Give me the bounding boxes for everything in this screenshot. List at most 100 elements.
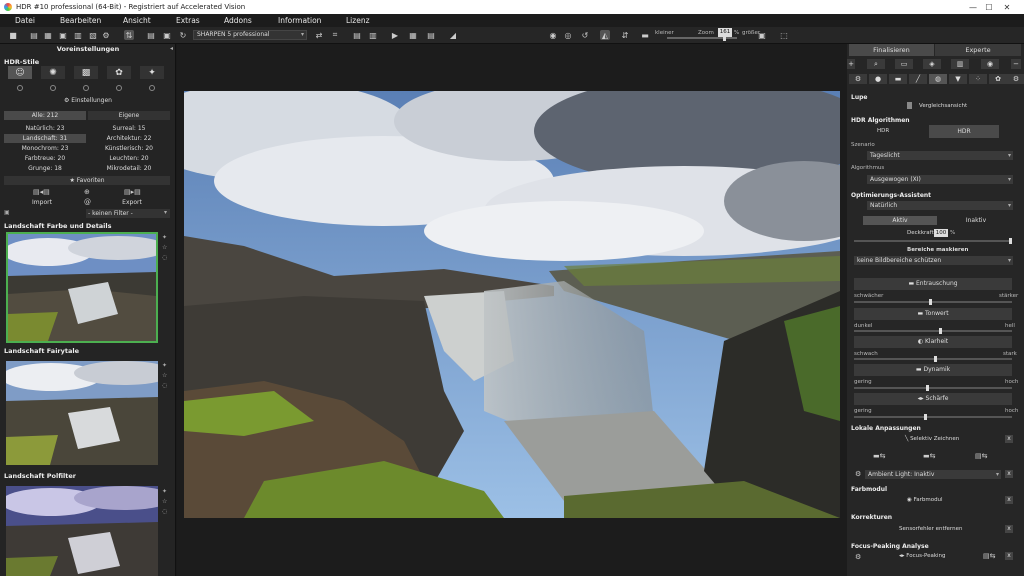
info-icon-2[interactable]: ◌ — [162, 382, 167, 389]
adjust-icon[interactable]: ⇅ — [124, 30, 134, 40]
opacity-input[interactable]: 100 — [934, 229, 948, 237]
gear-icon[interactable]: ⚙ — [849, 74, 867, 84]
style-camera-icon[interactable]: ▩ — [74, 66, 98, 79]
save-icon[interactable]: ▣ — [58, 30, 68, 40]
eye-off-icon[interactable]: ◎ — [563, 30, 573, 40]
sharpness-button[interactable]: ◂▸ Schärfe — [854, 393, 1012, 405]
brush-mask-icon[interactable]: ▤⇆ — [975, 452, 987, 460]
triangle-icon[interactable]: ▼ — [949, 74, 967, 84]
random-icon[interactable]: ⇄ — [314, 30, 324, 40]
search-icon[interactable]: ⌕ — [867, 59, 885, 69]
dynamic-slider[interactable] — [854, 385, 1012, 391]
style-people-icon[interactable]: ☺ — [8, 66, 32, 79]
refresh-icon[interactable]: ↻ — [178, 30, 188, 40]
import-icon[interactable]: ▤◂▤ — [33, 188, 50, 196]
ambient-dropdown[interactable]: Ambient Light: Inaktiv — [865, 470, 1001, 479]
gradient-icon[interactable]: ▬⇆ — [873, 452, 885, 460]
cat-landscape[interactable]: Landschaft: 31 — [4, 134, 86, 143]
pen-icon[interactable]: ╱ — [909, 74, 927, 84]
clarity-slider[interactable] — [854, 356, 1012, 362]
tonwert-slider[interactable] — [854, 328, 1012, 334]
favorite-star-icon-2[interactable]: ☆ — [162, 372, 167, 379]
tab-own[interactable]: Eigene — [88, 111, 170, 120]
clarity-button[interactable]: ◐ Klarheit — [854, 336, 1012, 348]
filter-dropdown[interactable]: - keinen Filter - — [86, 209, 170, 218]
rgb-icon[interactable]: ◍ — [929, 74, 947, 84]
copy-icon[interactable]: ▤ — [146, 30, 156, 40]
color-icon[interactable]: ◉ — [981, 59, 999, 69]
play-icon[interactable]: ▶ — [390, 30, 400, 40]
layers-icon[interactable]: ◈ — [923, 59, 941, 69]
export-icon[interactable]: ▤▸▤ — [124, 188, 141, 196]
radial-icon[interactable]: ▬⇆ — [923, 452, 935, 460]
style-palette-icon[interactable]: ✿ — [107, 66, 131, 79]
at-icon[interactable]: @ — [84, 198, 91, 206]
dots-icon[interactable]: ⁘ — [969, 74, 987, 84]
sync-icon[interactable]: ↺ — [580, 30, 590, 40]
denoise-slider[interactable] — [854, 299, 1012, 305]
compare-icon[interactable]: ◭ — [600, 30, 610, 40]
algo-hdr-button[interactable]: HDR — [877, 128, 889, 134]
focus-settings-icon[interactable]: ▤⇆ — [983, 552, 995, 560]
flower-icon[interactable]: ✿ — [989, 74, 1007, 84]
cat-surreal[interactable]: Surreal: 15 — [88, 124, 170, 133]
tab-finalize[interactable]: Finalisieren — [849, 44, 934, 56]
cat-architecture[interactable]: Architektur: 22 — [88, 134, 170, 143]
cat-colorfidelity[interactable]: Farbtreue: 20 — [4, 154, 86, 163]
monitor-icon[interactable]: ▭ — [895, 59, 913, 69]
add-icon[interactable]: ⊕ — [84, 188, 90, 196]
close-icon[interactable]: ✕ — [990, 0, 1024, 14]
info-icon-3[interactable]: ◌ — [162, 508, 167, 515]
layers-icon[interactable]: ▦ — [43, 30, 53, 40]
menu-bearbeiten[interactable]: Bearbeiten — [60, 16, 101, 25]
style-radio-4[interactable] — [116, 85, 122, 91]
filter-icon[interactable]: ▣ — [4, 209, 10, 216]
sensor-button[interactable]: Sensorfehler entfernen — [899, 526, 962, 532]
tab-expert[interactable]: Experte — [935, 44, 1021, 56]
favorite-add-icon-3[interactable]: ✦ — [162, 488, 167, 495]
cat-grunge[interactable]: Grunge: 18 — [4, 164, 86, 173]
menu-ansicht[interactable]: Ansicht — [123, 16, 151, 25]
crop-icon[interactable]: ⌗ — [330, 30, 340, 40]
style-spark-icon[interactable]: ✦ — [140, 66, 164, 79]
main-image[interactable] — [184, 91, 840, 518]
doc-icon[interactable]: ▤ — [426, 30, 436, 40]
settings-icon[interactable]: ⚙ — [1007, 74, 1024, 84]
export-icon[interactable]: ▥ — [73, 30, 83, 40]
favorite-add-icon-2[interactable]: ✦ — [162, 362, 167, 369]
zoom-slider[interactable] — [667, 35, 737, 41]
open-icon[interactable]: ▤ — [29, 30, 39, 40]
compare-checkbox[interactable] — [907, 102, 912, 109]
print2-icon[interactable]: ▥ — [368, 30, 378, 40]
film-icon[interactable]: ▦ — [408, 30, 418, 40]
inactive-button[interactable]: Inaktiv — [939, 216, 1013, 225]
opacity-slider[interactable] — [854, 238, 1012, 244]
favorites-button[interactable]: ★ Favoriten — [4, 176, 170, 185]
favorite-add-icon[interactable]: ✦ — [162, 234, 167, 241]
focus-gear-icon[interactable]: ⚙ — [855, 553, 861, 561]
fit-icon[interactable]: ⬚ — [779, 30, 789, 40]
selective-button[interactable]: ╲ Selektiv Zeichnen — [905, 436, 959, 442]
stack-icon[interactable]: ▤ — [352, 30, 362, 40]
menu-information[interactable]: Information — [278, 16, 321, 25]
denoise-button[interactable]: ▬ Entrauschung — [854, 278, 1012, 290]
style-radio-1[interactable] — [17, 85, 23, 91]
farbmodul-button[interactable]: ◉ Farbmodul — [907, 497, 943, 503]
tab-all[interactable]: Alle: 212 — [4, 111, 86, 120]
import-button[interactable]: Import — [22, 198, 62, 207]
eye-icon[interactable]: ◉ — [548, 30, 558, 40]
focus-close-icon[interactable]: x — [1005, 552, 1013, 560]
favorite-star-icon[interactable]: ☆ — [162, 244, 167, 251]
zoom-out-icon[interactable]: ▬ — [640, 30, 650, 40]
new-icon[interactable]: ■ — [8, 30, 18, 40]
style-radio-3[interactable] — [83, 85, 89, 91]
preset-thumb-2[interactable] — [6, 361, 158, 465]
mask-dropdown[interactable]: keine Bildbereiche schützen — [854, 256, 1013, 265]
sensor-close-icon[interactable]: x — [1005, 525, 1013, 533]
settings-link[interactable]: ⚙ Einstellungen — [64, 97, 112, 104]
algo-hdr2-button[interactable]: HDR — [929, 125, 999, 138]
tonwert-button[interactable]: ▬ Tonwert — [854, 308, 1012, 320]
close-icon[interactable]: x — [1005, 435, 1013, 443]
cat-glow[interactable]: Leuchten: 20 — [88, 154, 170, 163]
minus-icon[interactable]: − — [1011, 59, 1021, 69]
